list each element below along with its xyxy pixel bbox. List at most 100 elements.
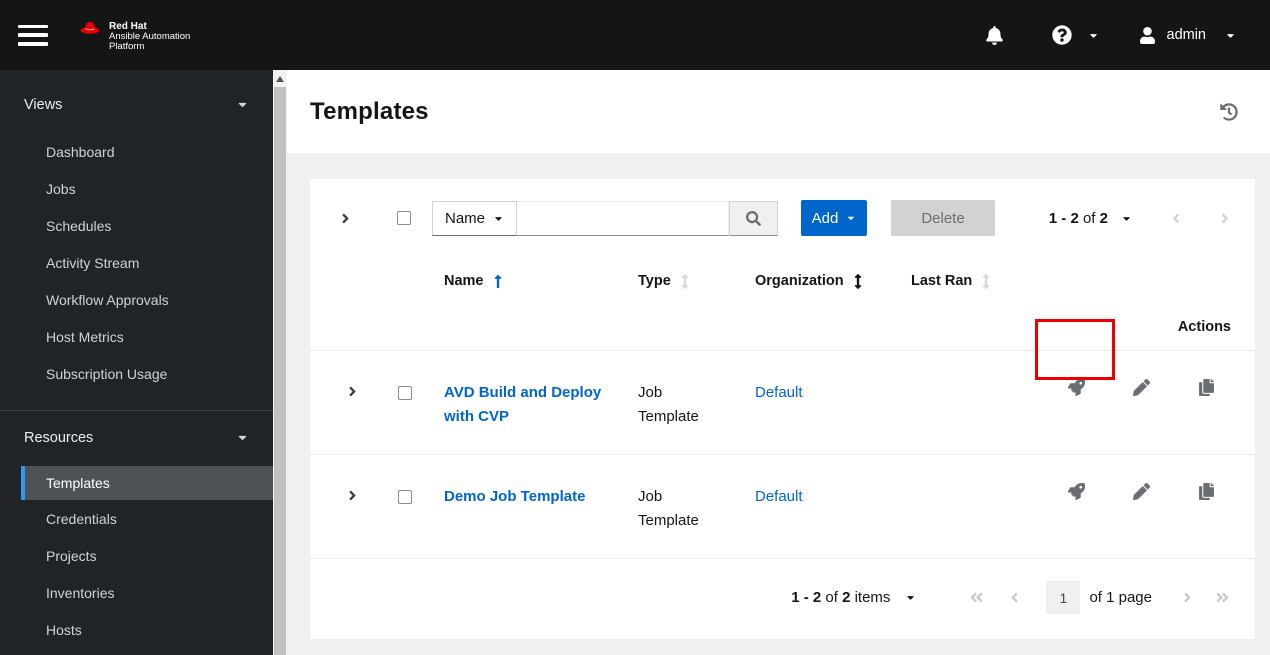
filter-type-select[interactable]: Name [432,200,517,236]
username-label: admin [1166,27,1207,43]
organization-link[interactable]: Default [755,384,803,401]
sidebar-item-dashboard[interactable]: Dashboard [0,133,273,170]
toolbar-pagination: 1 - 2 of 2 [1049,210,1231,227]
row-expand-cell [326,351,378,454]
row-select-checkbox[interactable] [398,490,412,504]
sidebar-item-activity-stream[interactable]: Activity Stream [0,244,273,281]
column-header-name[interactable]: Name [444,258,638,304]
launch-rocket-icon[interactable] [1068,379,1085,454]
first-page-double-chevron-icon[interactable] [968,590,985,605]
chevron-down-icon [1089,33,1097,38]
nav-group-resources[interactable]: Resources [0,419,273,456]
edit-pencil-icon[interactable] [1133,379,1150,454]
scrollbar-thumb[interactable] [274,87,286,655]
nav-group-resources-label: Resources [24,429,94,446]
nav-list-views: Dashboard Jobs Schedules Activity Stream… [0,133,273,392]
edit-pencil-icon[interactable] [1133,483,1150,558]
user-icon [1139,26,1155,44]
scrollbar-up-arrow[interactable] [273,70,287,87]
items-per-page-caret-down-icon[interactable] [905,592,916,603]
sidebar-item-host-metrics[interactable]: Host Metrics [0,318,273,355]
column-header-last-ran[interactable]: Last Ran [911,258,1031,304]
sort-icon[interactable] [854,273,862,289]
sidebar-item-credentials[interactable]: Credentials [0,500,273,537]
chevron-down-icon [1227,33,1234,38]
table-header-row: Name Type Organization Last Ran Actions [310,258,1255,351]
sidebar-item-subscription-usage[interactable]: Subscription Usage [0,355,273,392]
row-checkbox-cell [378,455,444,558]
brand-name: Red Hat [109,20,147,32]
brand-logo: Red Hat Ansible Automation Platform [78,19,190,52]
sort-icon[interactable] [982,273,990,289]
search-button[interactable] [729,200,778,236]
sort-ascending-icon[interactable] [494,274,502,289]
main-content: Templates Name Add Delete 1 - 2 of 2 Nam… [287,70,1270,655]
question-circle-icon [1051,25,1072,45]
row-select-checkbox[interactable] [398,386,412,400]
next-page-chevron-icon[interactable] [1219,211,1231,226]
sidebar-nav: Views Dashboard Jobs Schedules Activity … [0,70,273,655]
help-menu[interactable] [1051,25,1099,45]
nav-toggle-hamburger-icon[interactable] [18,24,48,46]
row-name-cell: AVD Build and Deploy with CVP [444,351,638,454]
row-last-ran-cell [911,351,1031,454]
vertical-scrollbar[interactable] [273,70,287,655]
history-icon[interactable] [1220,102,1238,121]
table-row: AVD Build and Deploy with CVP Job Templa… [310,351,1255,455]
sidebar-item-templates[interactable]: Templates [21,466,273,500]
template-name-link[interactable]: Demo Job Template [444,485,585,509]
sidebar-item-workflow-approvals[interactable]: Workflow Approvals [0,281,273,318]
user-menu[interactable]: admin [1139,26,1237,44]
last-page-double-chevron-icon[interactable] [1214,590,1231,605]
pagination-caret-down-icon[interactable] [1121,213,1132,224]
previous-page-chevron-icon[interactable] [1170,211,1182,226]
header-expand-spacer [326,258,378,304]
header-checkbox-spacer [378,258,444,304]
column-header-organization[interactable]: Organization [755,258,911,304]
masthead: Red Hat Ansible Automation Platform admi… [0,0,1270,70]
filter-selected-label: Name [445,209,486,227]
chevron-down-icon [238,435,247,441]
previous-page-chevron-icon[interactable] [1009,590,1020,605]
row-organization-cell: Default [755,351,911,454]
row-expand-chevron-icon[interactable] [347,384,358,454]
delete-button[interactable]: Delete [891,200,995,236]
redhat-fedora-icon [80,21,100,34]
launch-rocket-icon[interactable] [1068,483,1085,558]
sidebar-item-jobs[interactable]: Jobs [0,170,273,207]
next-page-chevron-icon[interactable] [1182,590,1193,605]
copy-icon[interactable] [1198,483,1215,558]
add-button-label: Add [811,209,839,227]
sidebar-item-hosts[interactable]: Hosts [0,611,273,648]
search-icon [746,210,761,226]
row-organization-cell: Default [755,455,911,558]
search-input[interactable] [517,200,729,236]
column-header-type[interactable]: Type [638,258,755,304]
column-header-actions: Actions [1177,319,1231,335]
nav-group-views[interactable]: Views [0,86,273,123]
organization-link[interactable]: Default [755,488,803,505]
table-footer-pagination: 1 - 2 of 2 items of 1 page [310,559,1255,639]
row-expand-chevron-icon[interactable] [347,488,358,558]
sidebar-item-inventories[interactable]: Inventories [0,574,273,611]
notifications-bell-icon[interactable] [985,25,1004,45]
row-type-cell: Job Template [638,455,755,558]
sort-icon[interactable] [681,273,689,289]
template-type-label: Job Template [638,384,699,425]
masthead-right: admin [985,25,1270,45]
copy-icon[interactable] [1198,379,1215,454]
add-button[interactable]: Add [801,200,867,236]
caret-down-icon [495,216,502,221]
chevron-down-icon [238,102,247,108]
list-toolbar: Name Add Delete 1 - 2 of 2 [310,179,1255,258]
nav-divider [0,410,273,411]
template-name-link[interactable]: AVD Build and Deploy with CVP [444,381,602,429]
select-all-checkbox[interactable] [397,211,411,225]
sidebar-item-schedules[interactable]: Schedules [0,207,273,244]
header-last-ran-spacer [1031,258,1255,304]
page-count-label: of 1 page [1089,589,1152,606]
expand-all-chevron-icon[interactable] [340,211,364,226]
row-actions-cell [1031,351,1255,454]
sidebar-item-projects[interactable]: Projects [0,537,273,574]
current-page-input[interactable] [1046,581,1081,614]
